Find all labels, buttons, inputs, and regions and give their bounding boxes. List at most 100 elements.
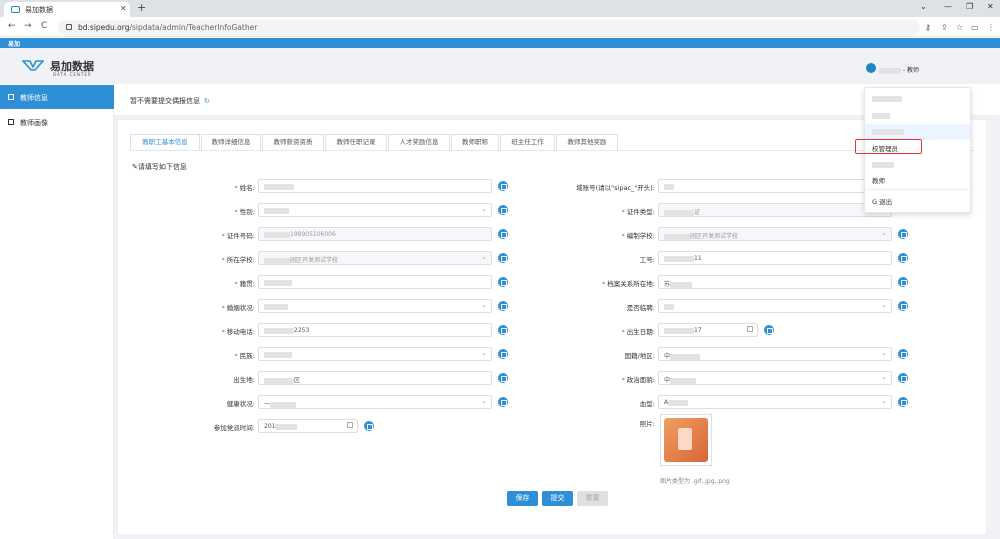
role-option[interactable] [865, 124, 970, 140]
role-option[interactable] [865, 157, 970, 173]
tab-talent-award[interactable]: 人才奖励信息 [388, 134, 450, 150]
name-input[interactable] [258, 179, 492, 193]
edit-marital-icon[interactable] [498, 301, 508, 311]
browser-tab[interactable]: 易加数据 ✕ [4, 2, 130, 17]
edit-gender-icon[interactable] [498, 205, 508, 215]
edit-temporary-hire-icon[interactable] [898, 301, 908, 311]
edit-birth-date-icon[interactable] [764, 325, 774, 335]
app-topbar: 易加 [0, 38, 1000, 48]
key-icon[interactable]: ⚷ [925, 23, 931, 32]
tabs-divider [130, 150, 974, 151]
logo-subtitle: DATA CENTER [53, 72, 92, 77]
new-tab-icon[interactable]: + [137, 1, 146, 14]
political-status-select[interactable]: 中 ⌄ [658, 371, 892, 385]
tab-head-teacher[interactable]: 班主任工作 [500, 134, 555, 150]
field-label: 是否临聘: [626, 304, 655, 312]
tab-search-icon[interactable]: ⌄ [920, 2, 927, 11]
role-option[interactable] [865, 91, 970, 107]
close-window-icon[interactable]: ✕ [987, 2, 994, 11]
highlight-box [855, 139, 922, 154]
tab-detail-info[interactable]: 教师详细信息 [201, 134, 261, 150]
role-option[interactable] [865, 108, 970, 124]
browser-tab-title: 易加数据 [25, 6, 53, 14]
staff-school-select[interactable]: 园区开发测试学校 ⌄ [658, 227, 892, 241]
gender-select[interactable]: ⌄ [258, 203, 492, 217]
photo-image [664, 418, 708, 462]
field-label: * 姓名: [234, 184, 255, 192]
field-label: 血型: [639, 400, 655, 408]
share-icon[interactable]: ⇪ [941, 23, 948, 32]
logout-icon: G [872, 198, 878, 206]
logo-icon [22, 60, 44, 71]
edit-school-icon[interactable] [498, 253, 508, 263]
photo-upload[interactable] [660, 414, 712, 466]
field-label: 工号: [639, 256, 655, 264]
minimize-window-icon[interactable]: — [944, 2, 952, 11]
edit-name-icon[interactable] [498, 181, 508, 191]
edit-nationality-icon[interactable] [898, 349, 908, 359]
sidebar-item-label: 教师信息 [20, 94, 48, 102]
tab-other-award[interactable]: 教师其他奖励 [556, 134, 618, 150]
save-button[interactable]: 保存 [507, 491, 538, 506]
edit-blood-type-icon[interactable] [898, 397, 908, 407]
notice-text: 暂不需要提交偶报信息 ↻ [130, 97, 210, 105]
employee-id-input[interactable]: 11 [658, 251, 892, 265]
marital-select[interactable]: ⌄ [258, 299, 492, 313]
mobile-input[interactable]: 2253 [258, 323, 492, 337]
edit-ethnicity-icon[interactable] [498, 349, 508, 359]
health-select[interactable]: 一 ⌄ [258, 395, 492, 409]
field-label: * 所在学校: [221, 256, 255, 264]
forward-icon[interactable]: → [24, 21, 32, 31]
close-tab-icon[interactable]: ✕ [120, 4, 127, 13]
role-option-teacher[interactable]: 教师 [865, 173, 970, 189]
blood-type-select[interactable]: A ⌄ [658, 395, 892, 409]
birthplace-input[interactable]: 区 [258, 371, 492, 385]
school-select[interactable]: 园区开发测试学校 ⌄ [258, 251, 492, 265]
sidebar-item-teacher-info[interactable]: 教师信息 [0, 85, 114, 109]
site-favicon-icon [11, 6, 20, 13]
sidebar-item-teacher-portrait[interactable]: 教师画像 [0, 110, 114, 134]
edit-political-status-icon[interactable] [898, 373, 908, 383]
party-date-input[interactable]: 201 [258, 419, 358, 433]
menu-kebab-icon[interactable]: ⋮ [987, 23, 995, 32]
browser-tabstrip: 易加数据 ✕ + ⌄ — ❐ ✕ [0, 0, 1000, 17]
tab-qualification[interactable]: 教师薪资资质 [262, 134, 324, 150]
archive-location-input[interactable]: 苏 [658, 275, 892, 289]
edit-mobile-icon[interactable] [498, 325, 508, 335]
field-label: 出生地: [233, 376, 255, 384]
refresh-icon[interactable]: ↻ [204, 97, 210, 105]
ethnicity-select[interactable]: ⌄ [258, 347, 492, 361]
tab-title[interactable]: 教师职称 [451, 134, 499, 150]
edit-id-number-icon[interactable] [498, 229, 508, 239]
address-bar-row: ← → C bd.sipedu.org/sipdata/admin/Teache… [0, 17, 1000, 37]
submit-button[interactable]: 提交 [542, 491, 573, 506]
field-label: * 出生日期: [621, 328, 655, 336]
edit-party-date-icon[interactable] [364, 421, 374, 431]
temporary-hire-select[interactable]: ⌄ [658, 299, 892, 313]
native-place-input[interactable] [258, 275, 492, 289]
domain-account-input[interactable] [658, 179, 892, 193]
restore-window-icon[interactable]: ❐ [966, 2, 973, 11]
edit-health-icon[interactable] [498, 397, 508, 407]
menu-grid-icon [8, 119, 14, 125]
tab-position-record[interactable]: 教师任职记录 [325, 134, 387, 150]
url-input[interactable]: bd.sipedu.org/sipdata/admin/TeacherInfoG… [58, 20, 920, 35]
nationality-select[interactable]: 中 ⌄ [658, 347, 892, 361]
reload-icon[interactable]: C [41, 21, 47, 31]
tab-basic-info[interactable]: 教职工基本信息 [130, 134, 200, 150]
edit-staff-school-icon[interactable] [898, 229, 908, 239]
edit-employee-id-icon[interactable] [898, 253, 908, 263]
reset-button[interactable]: 重置 [577, 491, 608, 506]
birth-date-input[interactable]: 17 [658, 323, 758, 337]
bookmark-star-icon[interactable]: ☆ [956, 23, 963, 32]
calendar-icon [747, 326, 753, 332]
field-label: * 档案关系所在地: [602, 280, 655, 288]
profile-icon[interactable]: ▭ [971, 23, 979, 32]
edit-birthplace-icon[interactable] [498, 373, 508, 383]
edit-archive-location-icon[interactable] [898, 277, 908, 287]
id-number-input[interactable]: 198905106006 [258, 227, 492, 241]
id-type-select[interactable]: 证 [658, 203, 892, 217]
logout-item[interactable]: G 退出 [865, 194, 970, 210]
edit-native-place-icon[interactable] [498, 277, 508, 287]
back-icon[interactable]: ← [8, 21, 16, 31]
